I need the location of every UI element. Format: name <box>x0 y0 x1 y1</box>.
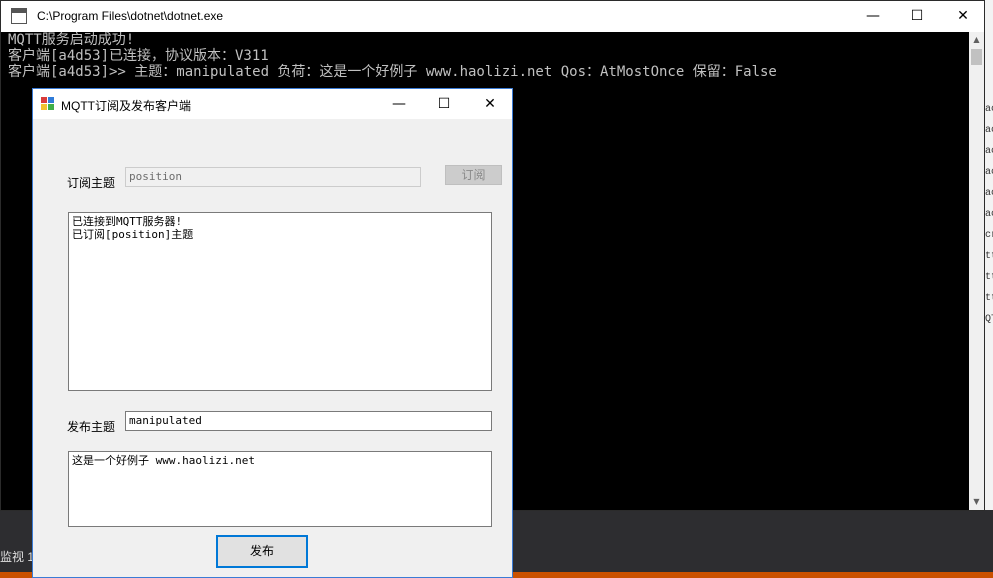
message-log[interactable]: 已连接到MQTT服务器! 已订阅[position]主题 <box>68 212 492 391</box>
watch-tab-label[interactable]: 监视 1 <box>0 548 34 565</box>
dialog-close-button[interactable]: ✕ <box>467 89 513 119</box>
right-fragment: ac <box>985 125 993 136</box>
right-fragment: ac <box>985 209 993 220</box>
console-titlebar[interactable]: C:\Program Files\dotnet\dotnet.exe — ☐ ✕ <box>1 1 984 32</box>
console-title: C:\Program Files\dotnet\dotnet.exe <box>37 9 224 23</box>
publish-message-input[interactable]: 这是一个好例子 www.haolizi.net <box>68 451 492 527</box>
right-fragment: ac <box>985 104 993 115</box>
subscribe-topic-label: 订阅主题 <box>67 176 116 190</box>
mqtt-client-dialog: MQTT订阅及发布客户端 — ☐ ✕ 订阅主题 position 订阅 已连接到… <box>32 88 513 578</box>
console-app-icon <box>11 8 27 24</box>
right-fragment: tt <box>985 272 993 283</box>
console-close-button[interactable]: ✕ <box>940 1 986 32</box>
right-fragment: tt <box>985 293 993 304</box>
console-scrollbar[interactable]: ▲ ▼ <box>969 32 984 510</box>
dialog-titlebar[interactable]: MQTT订阅及发布客户端 — ☐ ✕ <box>33 89 512 119</box>
console-minimize-button[interactable]: — <box>850 1 896 32</box>
scroll-down-icon[interactable]: ▼ <box>969 494 984 510</box>
dialog-maximize-button[interactable]: ☐ <box>421 89 467 119</box>
publish-topic-label: 发布主题 <box>67 420 116 434</box>
right-fragment: ac <box>985 188 993 199</box>
dialog-title: MQTT订阅及发布客户端 <box>61 99 191 113</box>
console-line: 客户端[a4d53]>> 主题：manipulated 负荷：这是一个好例子 w… <box>8 64 777 80</box>
right-fragment: QT <box>985 314 993 325</box>
publish-topic-input[interactable]: manipulated <box>125 411 492 431</box>
scrollbar-thumb[interactable] <box>971 49 982 65</box>
right-fragment: ac <box>985 167 993 178</box>
dialog-minimize-button[interactable]: — <box>376 89 422 119</box>
console-maximize-button[interactable]: ☐ <box>894 1 940 32</box>
console-line: 客户端[a4d53]已连接，协议版本：V311 <box>8 48 269 64</box>
subscribe-button[interactable]: 订阅 <box>445 165 502 185</box>
right-fragment: cr <box>985 230 993 241</box>
console-line: MQTT服务启动成功! <box>8 32 135 48</box>
right-fragment: tt <box>985 251 993 262</box>
publish-button[interactable]: 发布 <box>216 535 308 568</box>
scroll-up-icon[interactable]: ▲ <box>969 32 984 48</box>
subscribe-topic-input[interactable]: position <box>125 167 421 187</box>
right-fragment: ac <box>985 146 993 157</box>
app-icon <box>41 97 55 110</box>
